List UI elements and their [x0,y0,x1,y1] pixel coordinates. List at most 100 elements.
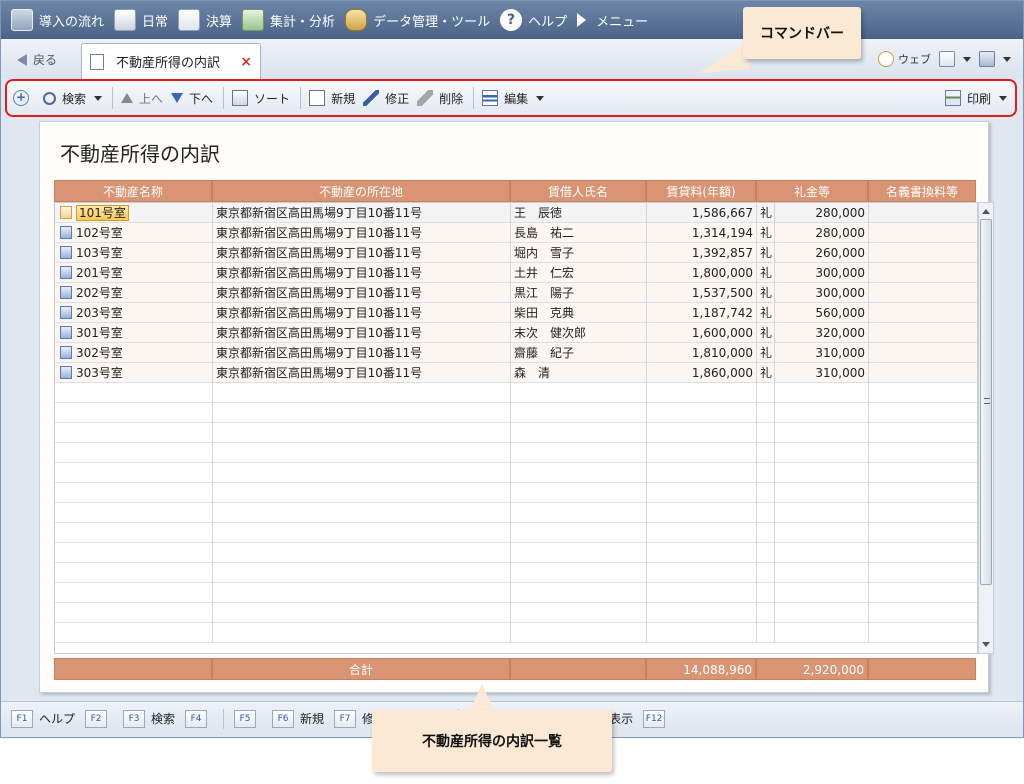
move-up-button[interactable]: 上へ [121,83,163,113]
table-cell-unit [757,443,775,463]
table-cell-name [55,523,213,543]
edit-menu-dropdown-icon [536,95,545,101]
menu-help[interactable]: ? ヘルプ [500,1,567,39]
record-icon [60,206,72,219]
empty-row [55,583,977,603]
move-down-button[interactable]: 下へ [171,83,213,113]
fkey-f12[interactable]: F12 [643,709,671,728]
table-cell-unit: 礼 [757,203,775,223]
tab-close-icon[interactable]: × [240,54,252,70]
table-cell-unit [757,383,775,403]
tab-label: 不動産所得の内訳 [116,56,221,71]
table-row[interactable]: 103号室 東京都新宿区高田馬場9丁目10番11号 堀内 雪子 1,392,857 礼 2… [55,243,977,263]
menu-settlement[interactable]: 決算 [178,1,232,39]
fkey-f4[interactable]: F4 [185,709,213,728]
table-row[interactable]: 203号室 東京都新宿区高田馬場9丁目10番11号 柴田 克典 1,187,742 礼 5… [55,303,977,323]
table-row[interactable]: 201号室 東京都新宿区高田馬場9丁目10番11号 土井 仁宏 1,800,000 礼 3… [55,263,977,283]
table-cell-rent: 1,600,000 [647,323,757,343]
intro-icon [11,9,33,31]
table-cell-key-money: 320,000 [775,323,869,343]
menu-menu-label: メニュー [596,14,649,30]
favorites-icon[interactable] [939,51,955,67]
fkey-cap: F2 [85,709,108,728]
table-cell-unit: 礼 [757,303,775,323]
sort-button[interactable]: ソート [232,83,290,113]
print-button[interactable]: 印刷 [944,83,1007,113]
table-row[interactable]: 301号室 東京都新宿区高田馬場9丁目10番11号 末次 健次郎 1,600,000 礼… [55,323,977,343]
vertical-scrollbar[interactable] [978,202,994,654]
table-cell-rent [647,463,757,483]
window-dropdown-icon[interactable] [1003,56,1011,62]
table-cell-key-money [775,623,869,643]
edit-menu-button[interactable]: 編集 [482,83,545,113]
total-label: 合計 [212,658,510,680]
search-button[interactable]: 検索 [43,83,103,113]
print-label: 印刷 [966,91,991,106]
table-row[interactable]: 302号室 東京都新宿区高田馬場9丁目10番11号 齋藤 紀子 1,810,000 礼 3… [55,343,977,363]
table-cell-address [213,403,511,423]
col-header-tenant[interactable]: 賃借人氏名 [510,180,646,202]
table-row[interactable]: 101号室 東京都新宿区高田馬場9丁目10番11号王 辰徳 1,586,667 礼 28… [55,203,977,223]
table-row[interactable]: 202号室 東京都新宿区高田馬場9丁目10番11号 黒江 陽子 1,537,500 礼 3… [55,283,977,303]
fkey-f5[interactable]: F5 [234,709,262,728]
edit-label: 修正 [385,91,410,106]
fkey-label: 検索 [151,712,176,726]
table-cell-transfer [869,583,977,603]
table-cell-transfer [869,463,977,483]
fkey-cap: F5 [234,709,257,728]
fkey-f2[interactable]: F2 [85,709,113,728]
col-header-address[interactable]: 不動産の所在地 [212,180,510,202]
table-cell-address: 東京都新宿区高田馬場9丁目10番11号 [213,323,511,343]
table-cell-key-money [775,483,869,503]
favorites-dropdown-icon[interactable] [963,56,971,62]
scroll-down-icon[interactable] [982,642,990,647]
table-cell-transfer [869,523,977,543]
table-cell-name: 102号室 [55,223,213,243]
fkey-f3[interactable]: F3 検索 [123,709,176,728]
col-header-name[interactable]: 不動産名称 [54,180,212,202]
edit-button[interactable]: 修正 [363,83,409,113]
web-label[interactable]: ウェブ [898,51,931,67]
menu-aggregate[interactable]: 集計・分析 [242,1,335,39]
property-name: 303号室 [76,366,123,380]
new-button[interactable]: 新規 [309,83,355,113]
table-cell-name: 301号室 [55,323,213,343]
table-row[interactable]: 102号室 東京都新宿区高田馬場9丁目10番11号 長島 祐二 1,314,194 礼 2… [55,223,977,243]
table-cell-name [55,563,213,583]
command-bar-callout-tail [695,42,751,74]
col-header-rent[interactable]: 賃貸料(年額) [646,180,756,202]
back-label: 戻る [33,53,58,67]
toolbar-separator [112,87,114,109]
scroll-up-icon[interactable] [982,209,990,214]
table-cell-transfer [869,223,977,243]
menu-menu[interactable]: メニュー [577,1,648,39]
delete-button[interactable]: 削除 [417,83,463,113]
menu-daily[interactable]: 日常 [114,1,168,39]
fkey-label: ヘルプ [39,712,76,726]
tab-real-estate-income[interactable]: 不動産所得の内訳 × [81,43,261,79]
table-cell-transfer [869,503,977,523]
fkey-f1[interactable]: F1 ヘルプ [11,709,76,728]
table-cell-address [213,583,511,603]
fkey-f6[interactable]: F6 新規 [272,709,324,728]
right-tools: ウェブ [870,51,1011,67]
col-header-key-money[interactable]: 礼金等 [756,180,868,202]
table-cell-key-money: 300,000 [775,263,869,283]
scroll-thumb[interactable] [980,219,992,585]
menu-data-tools[interactable]: データ管理・ツール [345,1,490,39]
table-cell-address: 東京都新宿区高田馬場9丁目10番11号 [213,343,511,363]
back-button[interactable]: 戻る [17,51,57,68]
new-label: 新規 [331,91,356,106]
col-header-transfer[interactable]: 名義書換料等 [868,180,976,202]
table-row[interactable]: 303号室 東京都新宿区高田馬場9丁目10番11号森 清 1,860,000 礼 310… [55,363,977,383]
window-close-icon[interactable] [979,51,995,67]
expand-button[interactable]: + [13,83,35,113]
menu-intro[interactable]: 導入の流れ [11,1,104,39]
table-cell-address [213,483,511,503]
table-cell-rent [647,543,757,563]
table-cell-key-money: 310,000 [775,343,869,363]
web-info-icon[interactable] [878,51,894,67]
toolbar-separator [300,87,302,109]
property-name: 203号室 [76,306,123,320]
record-icon [60,246,72,259]
